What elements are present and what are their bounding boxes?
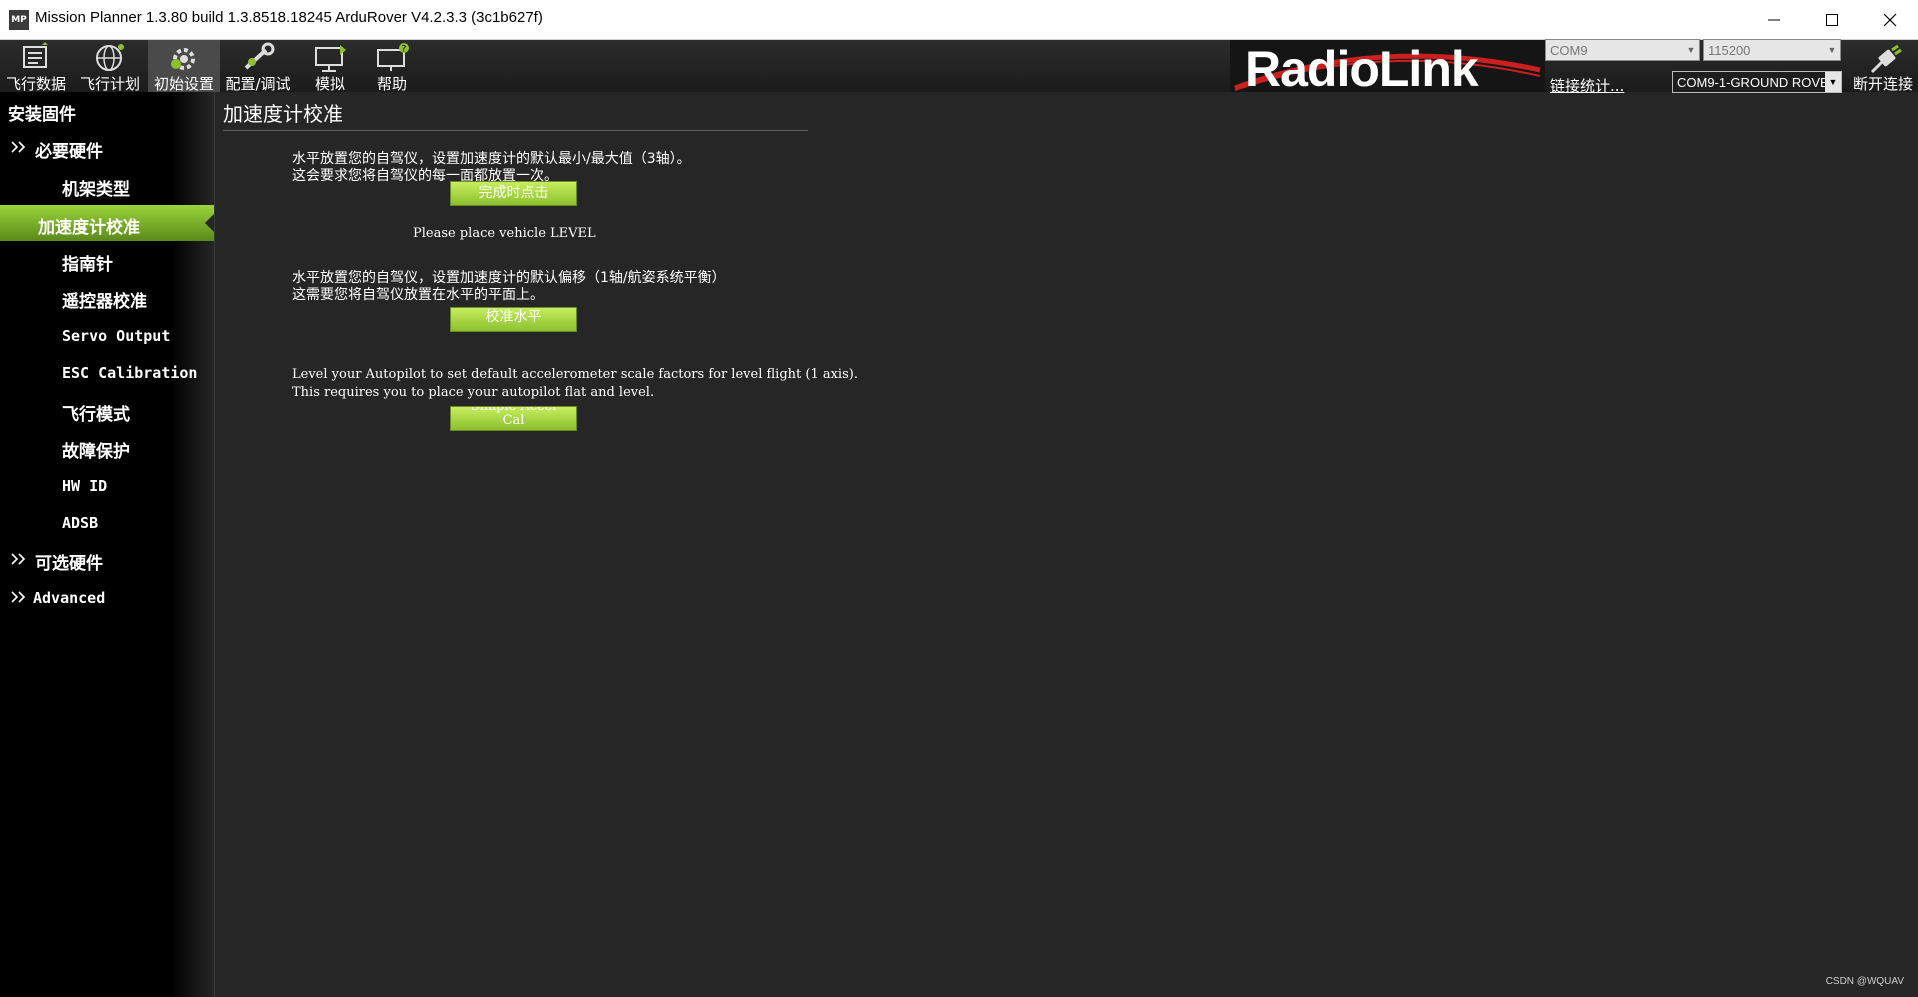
- link-select[interactable]: COM9-1-GROUND ROVER ▼: [1672, 71, 1842, 93]
- double-chevron-icon: [11, 553, 26, 565]
- setup-sidebar: 安装固件 必要硬件 机架类型 加速度计校准 指南针 遥控器校准 Servo Ou…: [0, 92, 215, 997]
- radiolink-logo: RadioLink: [1230, 40, 1545, 92]
- watermark: CSDN @WQUAV: [1825, 976, 1904, 987]
- minimize-button[interactable]: [1745, 0, 1803, 39]
- sidebar-item-label: HW ID: [62, 477, 108, 495]
- close-button[interactable]: [1861, 0, 1918, 39]
- accel-calibration-panel: 加速度计校准 水平放置您的自驾仪，设置加速度计的默认最小/最大值（3轴）。 这会…: [215, 92, 1918, 997]
- simulation-icon: [315, 45, 346, 72]
- section3-text-line2: This requires you to place your autopilo…: [292, 385, 655, 400]
- link-select-value: COM9-1-GROUND ROVER: [1677, 75, 1839, 90]
- disconnect-label: 断开连接: [1852, 75, 1913, 93]
- window-title: Mission Planner 1.3.80 build 1.3.8518.18…: [35, 9, 543, 26]
- calibrate-accel-button[interactable]: 完成时点击: [450, 181, 577, 206]
- sidebar-item-compass[interactable]: 指南针: [0, 242, 214, 278]
- logo-text: RadioLink: [1245, 41, 1479, 92]
- sidebar-item-hw-id[interactable]: HW ID: [0, 467, 214, 503]
- sidebar-item-failsafe[interactable]: 故障保护: [0, 429, 214, 465]
- chevron-down-icon: ▼: [1825, 72, 1841, 92]
- sidebar-item-optional-hardware[interactable]: 可选硬件: [0, 541, 214, 577]
- double-chevron-icon: [11, 141, 26, 153]
- sidebar-item-label: ESC Calibration: [62, 364, 198, 382]
- section2-text-line2: 这需要您将自驾仪放置在水平的平面上。: [292, 287, 544, 303]
- sidebar-item-accel-calibration[interactable]: 加速度计校准: [0, 205, 214, 241]
- sidebar-item-label: 指南针: [62, 255, 113, 275]
- minimize-icon: [1768, 19, 1780, 21]
- help-icon: ?: [377, 43, 409, 71]
- sidebar-item-advanced[interactable]: Advanced: [0, 579, 214, 615]
- sidebar-item-esc-calibration[interactable]: ESC Calibration: [0, 354, 214, 390]
- chevron-down-icon: ▼: [1827, 45, 1837, 55]
- flight-data-icon: [23, 42, 48, 68]
- button-label-line2: Cal: [502, 413, 525, 428]
- section3-text-line1: Level your Autopilot to set default acce…: [292, 367, 858, 382]
- toolbar-flight-data[interactable]: 飞行数据: [0, 40, 72, 93]
- sidebar-item-label: 加速度计校准: [38, 218, 140, 238]
- toolbar-flight-plan[interactable]: 飞行计划: [74, 40, 146, 93]
- simple-accel-cal-button[interactable]: Simple Accel Cal: [450, 406, 577, 431]
- sidebar-item-label: 故障保护: [62, 442, 130, 462]
- sidebar-item-label: 机架类型: [62, 180, 130, 200]
- sidebar-item-frame-type[interactable]: 机架类型: [0, 167, 214, 203]
- sidebar-item-flight-modes[interactable]: 飞行模式: [0, 392, 214, 428]
- sidebar-item-radio-calibration[interactable]: 遥控器校准: [0, 279, 214, 315]
- sidebar-item-adsb[interactable]: ADSB: [0, 504, 214, 540]
- sidebar-item-label: 安装固件: [8, 105, 76, 125]
- calibrate-level-button[interactable]: 校准水平: [450, 307, 577, 332]
- sidebar-item-label: ADSB: [62, 514, 99, 532]
- flight-plan-icon: [96, 44, 124, 71]
- toolbar-initial-setup[interactable]: 初始设置: [148, 40, 220, 93]
- sidebar-item-label: Servo Output: [62, 327, 171, 345]
- plug-icon: [1870, 44, 1902, 74]
- close-icon: [1883, 13, 1897, 27]
- sidebar-item-label: Advanced: [33, 589, 106, 607]
- toolbar-label: 配置/调试: [225, 75, 291, 93]
- sidebar-item-label: 飞行模式: [62, 405, 130, 425]
- maximize-icon: [1826, 14, 1838, 26]
- toolbar-label: 初始设置: [153, 75, 214, 93]
- toolbar-help[interactable]: ? 帮助: [356, 40, 428, 93]
- sidebar-item-mandatory-hardware[interactable]: 必要硬件: [0, 129, 214, 165]
- toolbar-label: 飞行数据: [5, 75, 66, 93]
- svg-text:?: ?: [402, 45, 407, 55]
- sidebar-item-label: 遥控器校准: [62, 292, 147, 312]
- baud-rate-select[interactable]: 115200 ▼: [1703, 39, 1841, 61]
- toolbar-label: 帮助: [376, 75, 407, 93]
- sidebar-item-label: 可选硬件: [35, 554, 103, 574]
- sidebar-item-servo-output[interactable]: Servo Output: [0, 317, 214, 353]
- disconnect-button[interactable]: 断开连接: [1848, 40, 1918, 93]
- double-chevron-icon: [11, 591, 26, 603]
- page-title: 加速度计校准: [223, 102, 343, 126]
- title-bar: MP Mission Planner 1.3.80 build 1.3.8518…: [0, 0, 1918, 40]
- config-tuning-icon: [244, 42, 275, 70]
- com-port-select[interactable]: COM9 ▼: [1545, 39, 1700, 61]
- chevron-down-icon: ▼: [1686, 45, 1696, 55]
- title-divider: [223, 130, 808, 131]
- toolbar-config-tuning[interactable]: 配置/调试: [222, 40, 294, 93]
- app-icon: MP: [9, 10, 29, 30]
- baud-rate-value: 115200: [1708, 43, 1751, 58]
- maximize-button[interactable]: [1803, 0, 1861, 39]
- toolbar-label: 飞行计划: [79, 75, 140, 93]
- sidebar-item-install-firmware[interactable]: 安装固件: [0, 92, 214, 128]
- com-port-value: COM9: [1550, 43, 1588, 58]
- sidebar-item-label: 必要硬件: [35, 142, 103, 162]
- status-message: Please place vehicle LEVEL: [413, 226, 596, 241]
- initial-setup-icon: [171, 48, 195, 70]
